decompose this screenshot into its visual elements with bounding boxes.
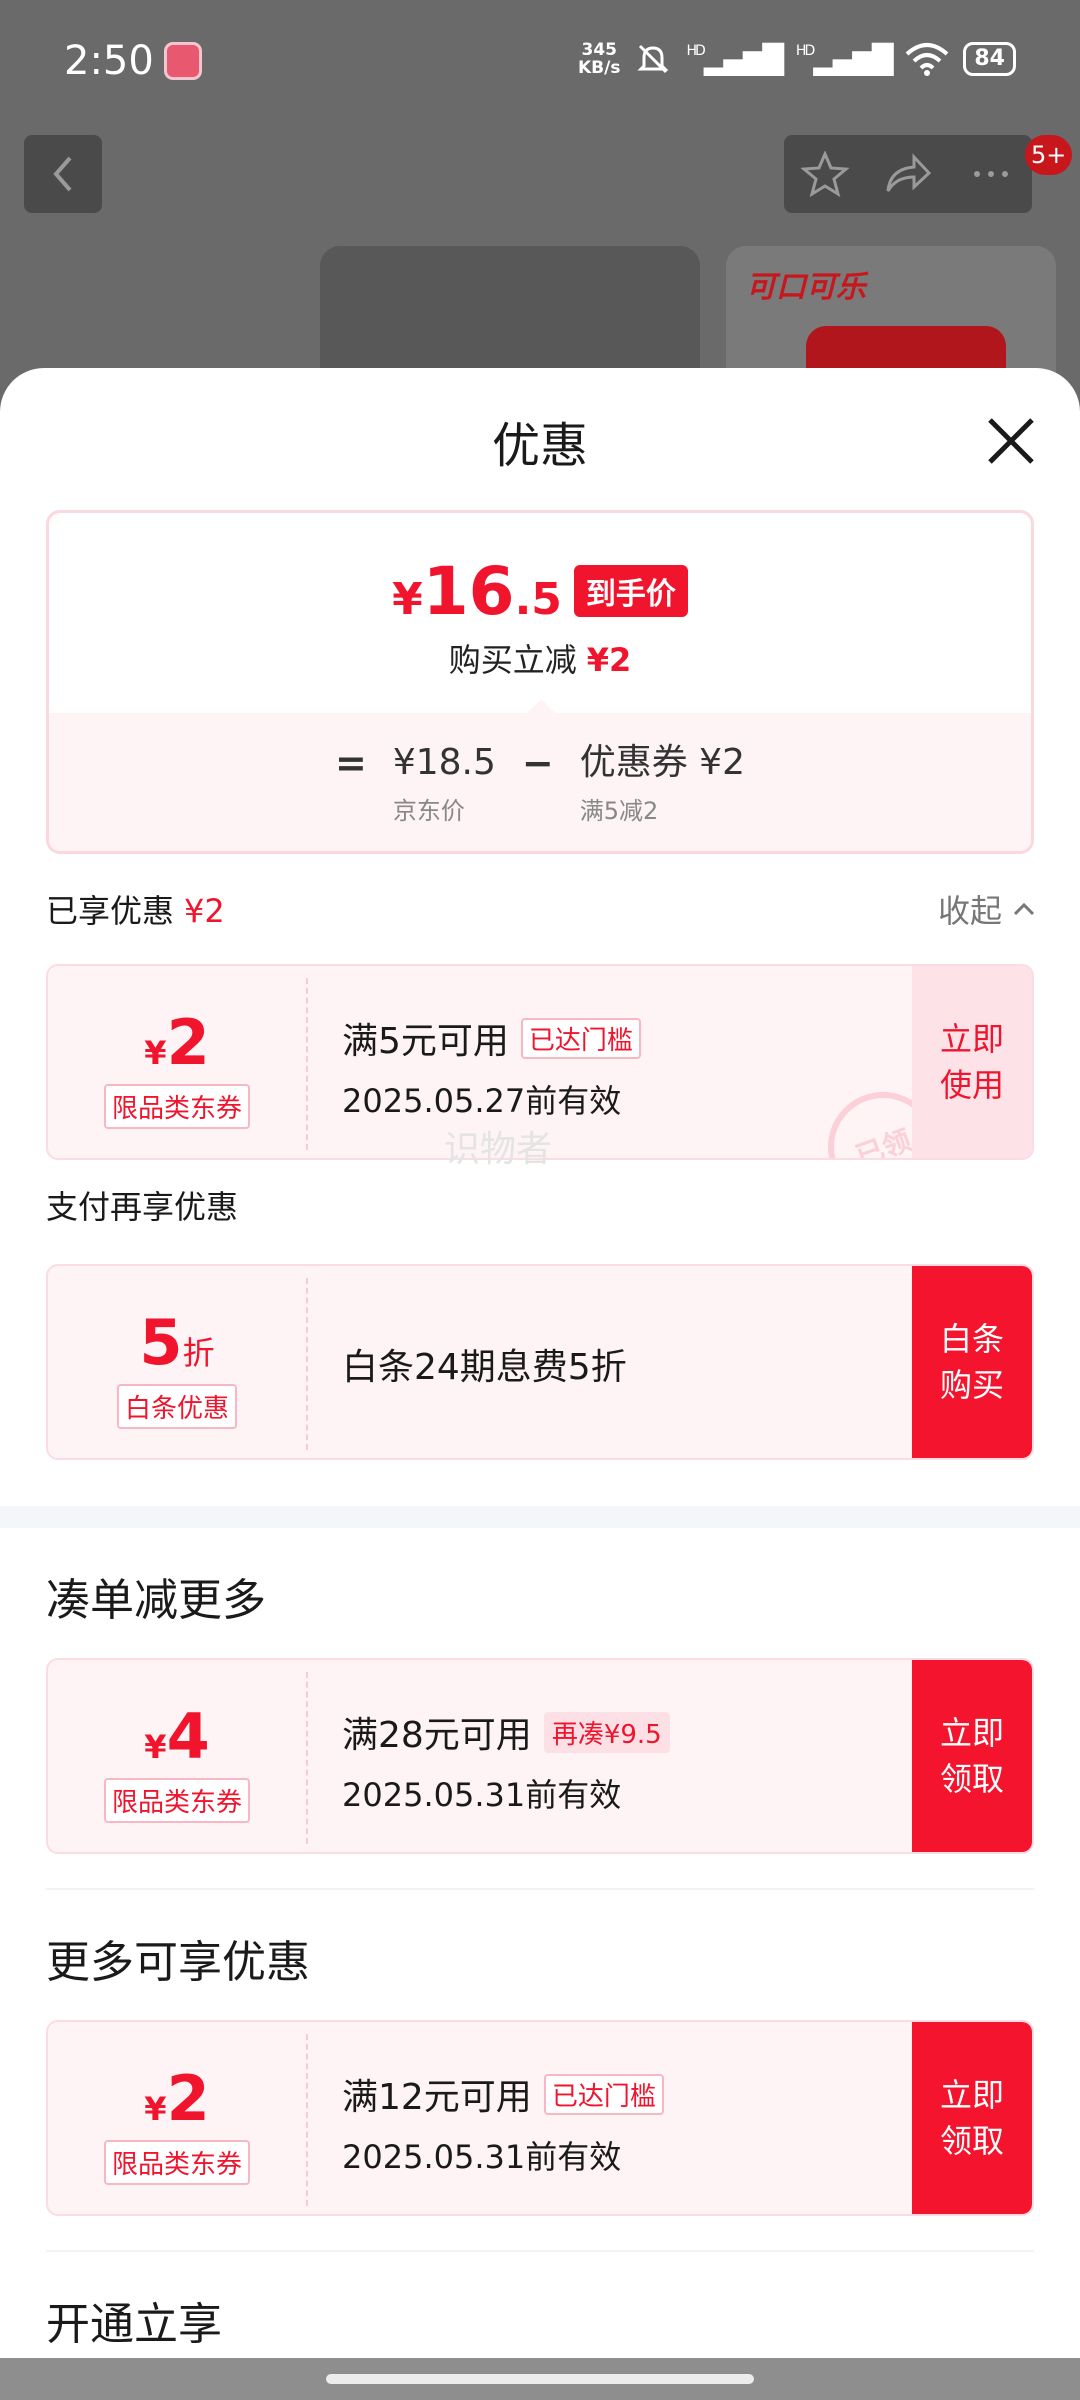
- signal-icon-2: HD▂▄▆█: [795, 42, 893, 76]
- chevron-up-icon: [1013, 902, 1035, 916]
- coupon-expiry: 2025.05.27前有效: [342, 1082, 622, 1120]
- coupon-expiry: 2025.05.31前有效: [342, 2138, 622, 2176]
- coupon-card-order: ¥4 限品类东券 满28元可用 再凑¥9.5 2025.05.31前有效 立即领…: [46, 1658, 1034, 1854]
- claim-button[interactable]: 立即 领取: [912, 2022, 1032, 2214]
- coupon-expiry: 2025.05.31前有效: [342, 1776, 622, 1814]
- final-price-tag: 到手价: [573, 565, 688, 617]
- coupon-type: 限品类东券: [103, 2140, 251, 2185]
- chevron-left-icon: [53, 156, 72, 192]
- baitiao-card: 5折 白条优惠 白条24期息费5折 白条 购买: [46, 1264, 1034, 1460]
- coupon-type: 限品类东券: [103, 1778, 251, 1823]
- notification-badge: 5+: [1025, 135, 1073, 175]
- price-formula-area: = ¥18.5 京东价 − 优惠券 ¥2 满5减2: [49, 713, 1031, 851]
- coupon-title: 满5元可用: [342, 1021, 509, 1062]
- coupon-tag: 再凑¥9.5: [543, 1711, 670, 1753]
- mute-icon: [637, 44, 670, 74]
- coupon-value: ¥2 限品类东券: [48, 2022, 306, 2214]
- baitiao-buy-button[interactable]: 白条 购买: [912, 1266, 1032, 1458]
- summary-notch: [526, 699, 556, 714]
- signal-icon-1: HD▂▄▆█: [686, 42, 783, 76]
- discount-sheet: 优惠 ¥ 16 .5 到手价 购买立减 ¥2 = ¥18.5 京东价 − 优惠券…: [0, 368, 1080, 2358]
- coupon-divider: [306, 978, 308, 1150]
- coupon-title: 满28元可用: [342, 1715, 532, 1756]
- more-icon[interactable]: [967, 151, 1015, 197]
- collapse-toggle[interactable]: 收起: [938, 886, 1036, 932]
- coupon-info: 满28元可用 再凑¥9.5 2025.05.31前有效: [342, 1706, 670, 1816]
- final-price: ¥ 16 .5 到手价: [49, 553, 1031, 630]
- section-gap: [0, 1506, 1080, 1528]
- baitiao-title: 白条24期息费5折: [342, 1347, 627, 1388]
- back-button[interactable]: [24, 135, 102, 213]
- coupon-info: 满5元可用 已达门槛 2025.05.27前有效: [342, 1012, 641, 1122]
- home-indicator[interactable]: [326, 2374, 754, 2384]
- star-icon[interactable]: [801, 151, 850, 197]
- close-icon: [988, 418, 1034, 464]
- price-formula: = ¥18.5 京东价 − 优惠券 ¥2 满5减2: [334, 741, 745, 825]
- section-open: 开通立享: [46, 2299, 222, 2350]
- coupon-divider: [306, 1672, 308, 1844]
- coupon-title: 满12元可用: [342, 2077, 532, 2118]
- sheet-title: 优惠: [491, 418, 588, 474]
- baitiao-info: 白条24期息费5折: [342, 1338, 627, 1390]
- pay-more-label: 支付再享优惠: [46, 1188, 239, 1226]
- app-notification-icon: [164, 42, 202, 80]
- network-speed: 345 KB/s: [578, 40, 621, 78]
- use-now-button[interactable]: 立即 使用: [912, 966, 1032, 1158]
- status-bar: 2:50 345 KB/s HD▂▄▆█ HD▂▄▆█ 84: [0, 0, 1080, 128]
- status-time: 2:50: [64, 38, 154, 84]
- claim-button[interactable]: 立即 领取: [912, 1660, 1032, 1852]
- section-more-order: 凑单减更多: [46, 1575, 266, 1626]
- status-icons: 345 KB/s HD▂▄▆█ HD▂▄▆█ 84: [578, 40, 1016, 78]
- close-button[interactable]: [976, 406, 1046, 476]
- instant-reduce: 购买立减 ¥2: [448, 641, 632, 679]
- coupon-value: ¥2 限品类东券: [48, 966, 306, 1158]
- coupon-card-used: ¥2 限品类东券 满5元可用 已达门槛 2025.05.27前有效 已领 立即使…: [46, 964, 1034, 1160]
- top-actions: [784, 135, 1032, 213]
- coupon-divider: [306, 2034, 308, 2206]
- coupon-value: ¥4 限品类东券: [48, 1660, 306, 1852]
- battery-icon: 84: [963, 42, 1016, 76]
- wifi-icon: [906, 43, 949, 76]
- coupon-card-more: ¥2 限品类东券 满12元可用 已达门槛 2025.05.31前有效 立即 领取: [46, 2020, 1034, 2216]
- price-summary: ¥ 16 .5 到手价 购买立减 ¥2 = ¥18.5 京东价 − 优惠券 ¥2 …: [46, 510, 1034, 854]
- divider: [46, 2250, 1034, 2252]
- share-icon[interactable]: [884, 151, 932, 197]
- section-more: 更多可享优惠: [46, 1937, 310, 1988]
- divider: [46, 1888, 1034, 1890]
- enjoyed-label: 已享优惠 ¥2: [46, 892, 225, 930]
- product-logo: 可口可乐: [746, 270, 866, 305]
- base-price: ¥18.5 京东价: [392, 742, 496, 825]
- coupon-type: 限品类东券: [103, 1084, 251, 1129]
- baitiao-type: 白条优惠: [116, 1384, 238, 1429]
- coupon-info: 满12元可用 已达门槛 2025.05.31前有效: [342, 2068, 664, 2178]
- coupon-tag: 已达门槛: [543, 2073, 664, 2115]
- baitiao-value: 5折 白条优惠: [48, 1266, 306, 1458]
- coupon-deduction: 优惠券 ¥2 满5减2: [579, 742, 745, 825]
- coupon-divider: [306, 1278, 308, 1450]
- coupon-tag: 已达门槛: [520, 1017, 641, 1059]
